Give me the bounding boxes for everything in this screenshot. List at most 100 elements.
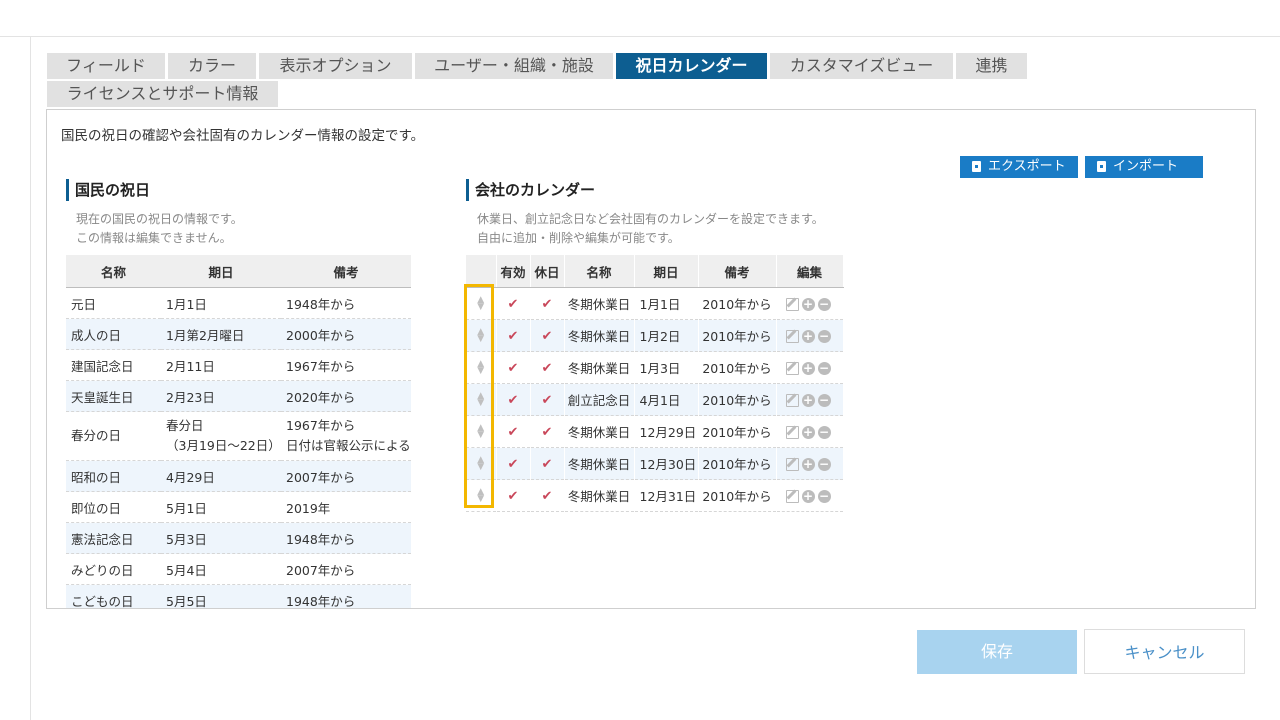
check-icon: ✔ (507, 328, 519, 344)
calendar-note: 2010年から (698, 319, 777, 352)
national-holidays-table: 名称 期日 備考 元日 1月1日 1948年から 成人の日 1月第2月曜日 20… (66, 255, 411, 608)
check-icon: ✔ (541, 488, 553, 504)
add-icon[interactable]: + (801, 490, 815, 503)
tab-field[interactable]: フィールド (47, 53, 165, 79)
remove-icon[interactable]: − (817, 362, 831, 375)
holiday-name: みどりの日 (66, 553, 161, 585)
edit-actions: + − (776, 383, 844, 416)
tab-users-orgs-facilities[interactable]: ユーザー・組織・施設 (415, 53, 613, 79)
check-icon: ✔ (507, 392, 519, 408)
drag-handle[interactable]: ▲ ▼ (466, 383, 497, 416)
calendar-name: 冬期休業日 (564, 351, 635, 384)
check-icon: ✔ (507, 424, 519, 440)
remove-icon[interactable]: − (817, 426, 831, 439)
enabled-check[interactable]: ✔ (496, 351, 531, 384)
enabled-check[interactable]: ✔ (496, 447, 531, 480)
calendar-date: 4月1日 (634, 383, 699, 416)
holiday-check[interactable]: ✔ (530, 479, 565, 512)
edit-icon[interactable] (785, 330, 799, 343)
calendar-note: 2010年から (698, 447, 777, 480)
calendar-name: 冬期休業日 (564, 447, 635, 480)
tab-integration[interactable]: 連携 (956, 53, 1027, 79)
holiday-name: 憲法記念日 (66, 522, 161, 554)
table-row: ▲ ▼ ✔ ✔ 冬期休業日 1月1日 2010年から + − (466, 287, 844, 320)
calendar-name: 冬期休業日 (564, 319, 635, 352)
column-header-holiday: 休日 (530, 255, 565, 288)
company-calendar-description: 休業日、創立記念日など会社固有のカレンダーを設定できます。 自由に追加・削除や編… (477, 210, 824, 248)
enabled-check[interactable]: ✔ (496, 383, 531, 416)
drag-handle[interactable]: ▲ ▼ (466, 447, 497, 480)
save-button[interactable]: 保存 (917, 630, 1077, 674)
national-holidays-description: 現在の国民の祝日の情報です。 この情報は編集できません。 (76, 210, 243, 248)
enabled-check[interactable]: ✔ (496, 415, 531, 448)
add-icon[interactable]: + (801, 362, 815, 375)
add-icon[interactable]: + (801, 426, 815, 439)
holiday-calendar-panel: 国民の祝日の確認や会社固有のカレンダー情報の設定です。 エクスポート インポート… (46, 109, 1256, 609)
export-label: エクスポート (988, 159, 1066, 174)
check-icon: ✔ (541, 392, 553, 408)
tab-holiday-calendar[interactable]: 祝日カレンダー (616, 53, 767, 79)
add-icon[interactable]: + (801, 458, 815, 471)
table-row: ▲ ▼ ✔ ✔ 冬期休業日 1月2日 2010年から + − (466, 319, 844, 352)
drag-handle[interactable]: ▲ ▼ (466, 415, 497, 448)
calendar-name: 冬期休業日 (564, 479, 635, 512)
tab-display-options[interactable]: 表示オプション (259, 53, 412, 79)
holiday-name: 春分の日 (66, 411, 161, 461)
drag-handle-icon: ▲ ▼ (477, 391, 485, 409)
tab-customize-view[interactable]: カスタマイズビュー (770, 53, 953, 79)
check-icon: ✔ (541, 456, 553, 472)
holiday-check[interactable]: ✔ (530, 415, 565, 448)
column-header-note: 備考 (281, 255, 411, 288)
edit-icon[interactable] (785, 426, 799, 439)
remove-icon[interactable]: − (817, 330, 831, 343)
edit-actions: + − (776, 351, 844, 384)
drag-handle[interactable]: ▲ ▼ (466, 319, 497, 352)
edit-icon[interactable] (785, 362, 799, 375)
holiday-check[interactable]: ✔ (530, 287, 565, 320)
cancel-button[interactable]: キャンセル (1084, 629, 1245, 674)
holiday-check[interactable]: ✔ (530, 447, 565, 480)
tab-license-support[interactable]: ライセンスとサポート情報 (47, 81, 278, 107)
edit-icon[interactable] (785, 458, 799, 471)
enabled-check[interactable]: ✔ (496, 479, 531, 512)
drag-handle-icon: ▲ ▼ (477, 423, 485, 441)
holiday-check[interactable]: ✔ (530, 319, 565, 352)
remove-icon[interactable]: − (817, 298, 831, 311)
drag-handle[interactable]: ▲ ▼ (466, 287, 497, 320)
company-calendar-title: 会社のカレンダー (466, 179, 595, 201)
calendar-date: 1月1日 (634, 287, 699, 320)
export-button[interactable]: エクスポート (960, 156, 1078, 178)
add-icon[interactable]: + (801, 394, 815, 407)
add-icon[interactable]: + (801, 330, 815, 343)
calendar-name: 冬期休業日 (564, 415, 635, 448)
column-header-edit: 編集 (776, 255, 844, 288)
remove-icon[interactable]: − (817, 394, 831, 407)
calendar-note: 2010年から (698, 415, 777, 448)
holiday-check[interactable]: ✔ (530, 351, 565, 384)
column-header-enabled: 有効 (496, 255, 531, 288)
import-label: インポート (1113, 159, 1179, 174)
tab-color[interactable]: カラー (168, 53, 256, 79)
remove-icon[interactable]: − (817, 458, 831, 471)
add-icon[interactable]: + (801, 298, 815, 311)
holiday-note: 1948年から (281, 522, 411, 554)
drag-handle[interactable]: ▲ ▼ (466, 479, 497, 512)
holiday-check[interactable]: ✔ (530, 383, 565, 416)
enabled-check[interactable]: ✔ (496, 319, 531, 352)
remove-icon[interactable]: − (817, 490, 831, 503)
holiday-note: 2000年から (281, 318, 411, 350)
holiday-date: 1月1日 (161, 287, 281, 319)
edit-icon[interactable] (785, 394, 799, 407)
edit-actions: + − (776, 287, 844, 320)
check-icon: ✔ (507, 296, 519, 312)
holiday-note-line1: 1967年から (286, 418, 356, 433)
import-button[interactable]: インポート (1085, 156, 1203, 178)
calendar-date: 12月30日 (634, 447, 699, 480)
file-icon (972, 161, 981, 172)
drag-handle[interactable]: ▲ ▼ (466, 351, 497, 384)
edit-actions: + − (776, 479, 844, 512)
edit-icon[interactable] (785, 490, 799, 503)
edit-icon[interactable] (785, 298, 799, 311)
enabled-check[interactable]: ✔ (496, 287, 531, 320)
table-row: ▲ ▼ ✔ ✔ 冬期休業日 12月29日 2010年から + − (466, 415, 844, 448)
